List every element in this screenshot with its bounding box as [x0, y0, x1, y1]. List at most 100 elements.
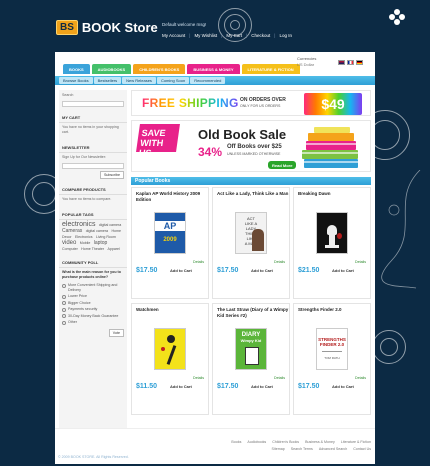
product-title[interactable]: The Last Straw (Diary of a Wimpy Kid Ser… [217, 307, 289, 319]
product-price: $17.50 [217, 383, 239, 390]
old-book-sale-banner[interactable]: SAVE WITH US Old Book Sale 34% Off Books… [131, 120, 371, 172]
tag-link[interactable]: video [62, 240, 76, 246]
radio-button[interactable] [62, 301, 66, 305]
product-card: The Last Straw (Diary of a Wimpy Kid Ser… [212, 303, 290, 415]
main-tabs: BOOKS AUDIOBOOKS CHILDREN'S BOOKS BUSINE… [63, 64, 300, 74]
radio-button[interactable] [62, 307, 66, 312]
welcome-message: Default welcome msg! [162, 22, 207, 27]
footer-link[interactable]: Books [231, 440, 241, 444]
footer-link[interactable]: Children's Books [272, 440, 299, 444]
subnav-recommended[interactable]: Recommended [190, 77, 226, 84]
subscribe-button[interactable]: Subscribe [100, 171, 124, 179]
book-cover-image[interactable] [154, 328, 186, 370]
product-title[interactable]: Breaking Dawn [298, 191, 370, 197]
my-cart-link[interactable]: My Cart [226, 33, 242, 38]
footer-link[interactable]: Business & Money [305, 440, 335, 444]
language-flags [338, 60, 363, 65]
vote-button[interactable]: Vote [108, 328, 124, 337]
radio-button[interactable] [62, 320, 66, 325]
product-price: $11.50 [136, 383, 158, 390]
tab-business-money[interactable]: BUSINESS & MONEY [187, 64, 240, 74]
footer-link[interactable]: Sitemap [272, 447, 285, 451]
tag-link[interactable]: Mobile [80, 241, 91, 245]
search-input[interactable] [62, 101, 124, 107]
book-cover-image[interactable]: STRENGTHS FINDER 2.0 TOM RATH [316, 328, 348, 370]
my-account-link[interactable]: My Account [162, 33, 185, 38]
details-link[interactable]: Details [193, 260, 204, 264]
product-card: Kaplan AP World History 2009 Edition AP … [131, 187, 209, 299]
product-price: $21.50 [298, 267, 320, 274]
book-cover-image[interactable] [316, 212, 348, 254]
tab-childrens-books[interactable]: CHILDREN'S BOOKS [133, 64, 186, 74]
add-to-cart-button[interactable]: Add to Cart [332, 268, 354, 273]
product-title[interactable]: Watchmen [136, 307, 208, 313]
tag-link[interactable]: Computer [62, 247, 78, 251]
book-cover-image[interactable]: DIARY Wimpy Kid [235, 328, 267, 370]
checkout-link[interactable]: Checkout [251, 33, 270, 38]
tag-link[interactable]: Living Room [96, 235, 116, 239]
tag-link[interactable]: Apparel [107, 247, 119, 251]
tab-books[interactable]: BOOKS [63, 64, 90, 74]
tag-link[interactable]: digital camera [86, 229, 108, 233]
free-shipping-banner[interactable]: FREE SHIPPING ON ORDERS OVER ONLY FOR US… [131, 90, 371, 116]
currency-select[interactable]: US Dollar [297, 62, 314, 67]
details-link[interactable]: Details [193, 376, 204, 380]
footer-link[interactable]: Search Terms [291, 447, 313, 451]
add-to-cart-button[interactable]: Add to Cart [170, 384, 192, 389]
tag-link[interactable]: Cameras [62, 228, 82, 234]
product-card: Breaking Dawn Details $21.50 Add to Cart [293, 187, 371, 299]
newsletter-email-input[interactable] [62, 163, 124, 169]
radio-button[interactable] [62, 314, 66, 318]
discount-subtext: UNLESS MARKED OTHERWISE [227, 152, 281, 156]
login-link[interactable]: Log In [279, 33, 292, 38]
details-link[interactable]: Details [274, 260, 285, 264]
add-to-cart-button[interactable]: Add to Cart [332, 384, 354, 389]
radio-button[interactable] [62, 294, 66, 299]
footer-link[interactable]: Contact Us [353, 447, 371, 451]
fine-print: ONLY FOR US ORDERS [240, 104, 281, 108]
read-more-button[interactable]: Read More [268, 161, 297, 169]
tag-link[interactable]: Electronics [75, 235, 93, 239]
tab-literature-fiction[interactable]: LITERATURE & FICTION [241, 64, 300, 74]
book-cover-image[interactable]: ACT LIKE A LADY THINK LIKE A MAN [235, 212, 267, 254]
footer-link[interactable]: Literature & Fiction [341, 440, 371, 444]
tag-link[interactable]: electronics [62, 221, 95, 228]
flag-de-icon[interactable] [356, 60, 363, 65]
flag-fr-icon[interactable] [347, 60, 354, 65]
product-card: Strengths Finder 2.0 STRENGTHS FINDER 2.0… [293, 303, 371, 415]
logo[interactable]: BS BOOK Store [56, 20, 158, 35]
save-with-us-badge: SAVE WITH US [136, 124, 180, 158]
product-card: Act Like a Lady, Think Like a Man ACT LIK… [212, 187, 290, 299]
footer-link[interactable]: Audiobooks [247, 440, 266, 444]
subnav-bestsellers[interactable]: Bestsellers [93, 77, 122, 84]
footer-link[interactable]: Advanced Search [319, 447, 347, 451]
old-book-sale-title: Old Book Sale [198, 127, 287, 142]
product-title[interactable]: Act Like a Lady, Think Like a Man [217, 191, 289, 197]
details-link[interactable]: Details [274, 376, 285, 380]
add-to-cart-button[interactable]: Add to Cart [170, 268, 192, 273]
subnav-coming-soon[interactable]: Coming Soon [156, 77, 190, 84]
tab-audiobooks[interactable]: AUDIOBOOKS [91, 64, 132, 74]
tag-link[interactable]: digital camera [99, 223, 121, 227]
poll-option[interactable]: More Convenient Shipping and Delivery [59, 282, 127, 293]
flag-uk-icon[interactable] [338, 60, 345, 65]
tag-link[interactable]: Home Theater [81, 247, 104, 251]
poll-question: What is the main reason for you to purch… [62, 270, 121, 279]
book-cover-image[interactable]: AP 2009 [154, 212, 186, 254]
product-title[interactable]: Strengths Finder 2.0 [298, 307, 370, 313]
details-link[interactable]: Details [355, 376, 366, 380]
discount-text: Off Books over $25 [227, 144, 282, 150]
product-title[interactable]: Kaplan AP World History 2009 Edition [136, 191, 208, 203]
subnav-new-releases[interactable]: New Releases [122, 77, 156, 84]
radio-button[interactable] [62, 283, 66, 288]
compare-title: COMPARE PRODUCTS [59, 185, 127, 195]
subnav-browse-books[interactable]: Browse Books [59, 77, 93, 84]
my-wishlist-link[interactable]: My Wishlist [194, 33, 217, 38]
details-link[interactable]: Details [355, 260, 366, 264]
add-to-cart-button[interactable]: Add to Cart [251, 384, 273, 389]
add-to-cart-button[interactable]: Add to Cart [251, 268, 273, 273]
top-links: My Account | My Wishlist | My Cart | Checko… [162, 33, 292, 38]
cart-empty-text: You have no items in your shopping cart. [62, 125, 119, 134]
tag-link[interactable]: laptop [94, 240, 108, 246]
logo-badge: BS [56, 20, 78, 35]
